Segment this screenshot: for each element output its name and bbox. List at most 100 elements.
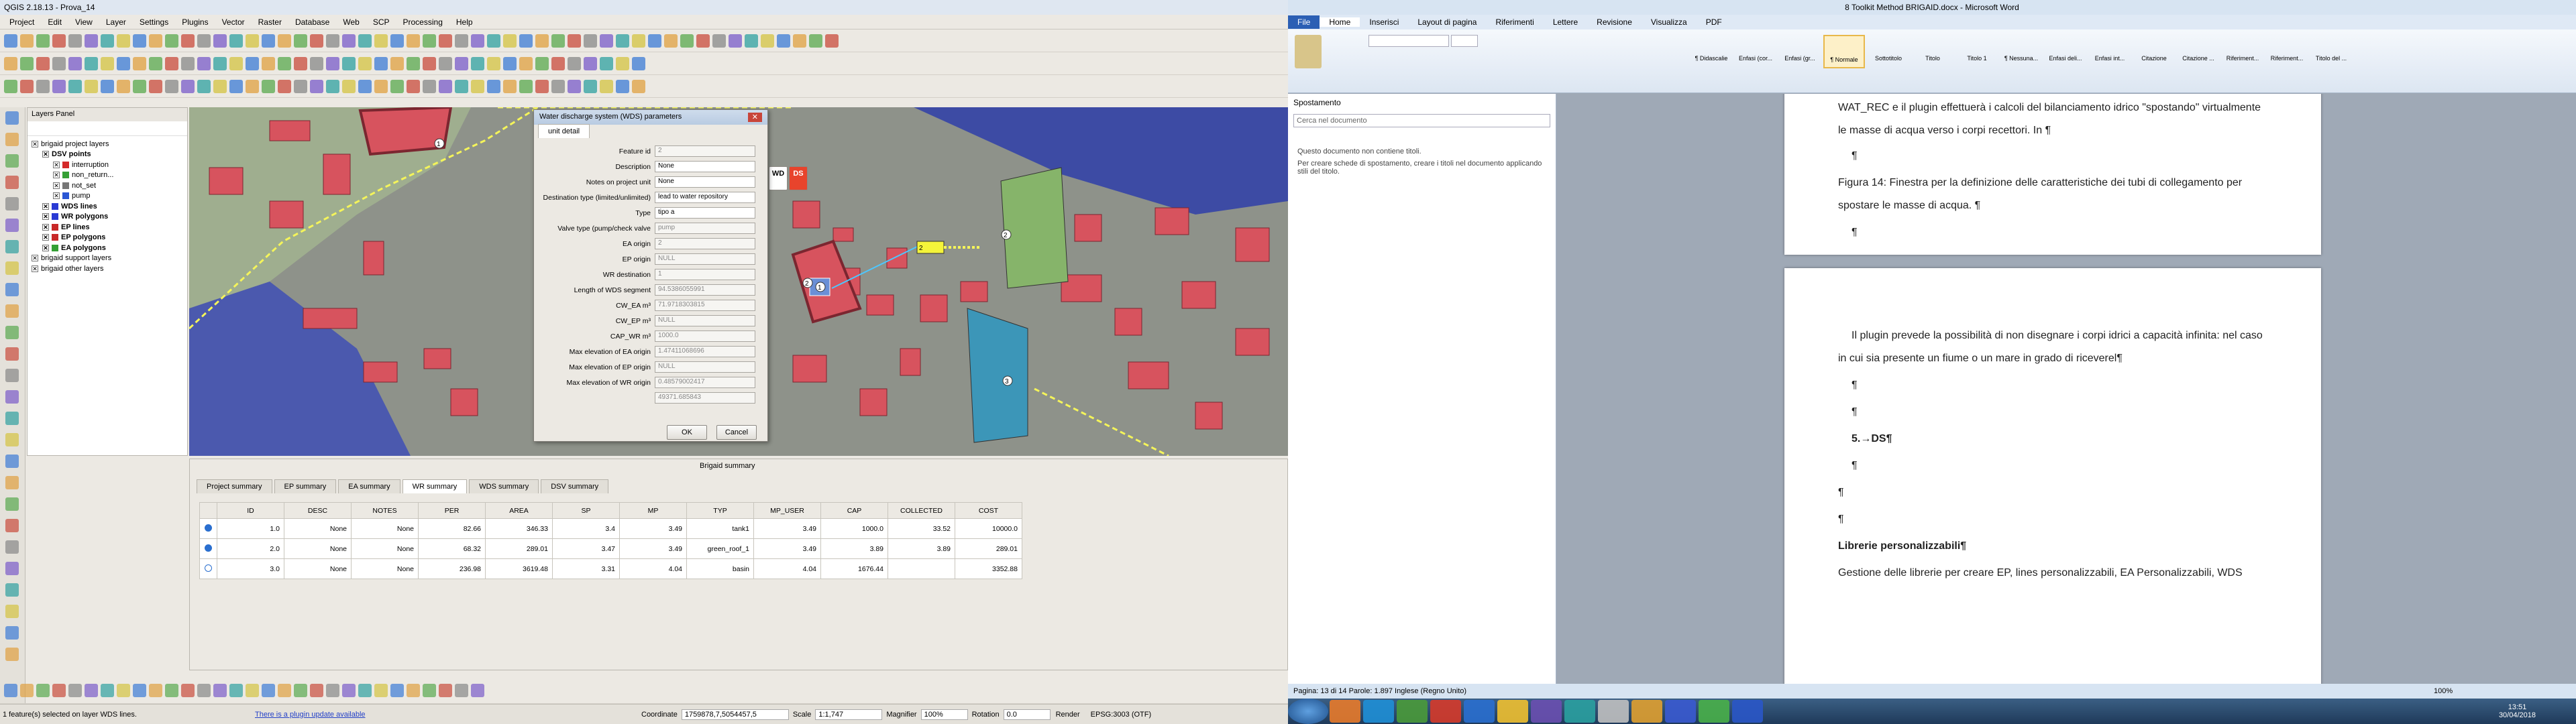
toolbar-tool-icon[interactable] xyxy=(342,34,356,48)
toolbar-tool-icon[interactable] xyxy=(503,34,517,48)
menu-item-layer[interactable]: Layer xyxy=(99,17,133,27)
toolbar-tool-icon[interactable] xyxy=(632,56,645,70)
field-input[interactable]: 1000.0 xyxy=(655,330,755,342)
toolbar-tool-icon[interactable] xyxy=(358,79,372,93)
sidebar-tool-icon[interactable] xyxy=(5,111,19,125)
toolbar-tool-icon[interactable] xyxy=(439,34,452,48)
toolbar-tool-icon[interactable] xyxy=(117,34,130,48)
toolbar-tool-icon[interactable] xyxy=(213,56,227,70)
toolbar-tool-icon[interactable] xyxy=(600,56,613,70)
menu-item-edit[interactable]: Edit xyxy=(41,17,68,27)
document-paragraph[interactable]: ¶ xyxy=(1838,514,1844,526)
toolbar-tool-icon[interactable] xyxy=(101,56,114,70)
tab-unit-detail[interactable]: unit detail xyxy=(538,124,590,138)
toolbar-tool-icon[interactable] xyxy=(519,56,533,70)
toolbar-tool-icon[interactable] xyxy=(4,79,17,93)
sidebar-tool-icon[interactable] xyxy=(5,497,19,511)
toolbar-tool-icon[interactable] xyxy=(407,683,420,697)
font-size-combo[interactable] xyxy=(1451,35,1479,47)
style-gallery-item[interactable]: Sottotitolo xyxy=(1868,35,1909,68)
sidebar-tool-icon[interactable] xyxy=(5,133,19,146)
table-column-header[interactable]: CAP xyxy=(820,502,888,519)
menu-item-project[interactable]: Project xyxy=(3,17,41,27)
table-column-header[interactable]: ID xyxy=(217,502,284,519)
sidebar-tool-icon[interactable] xyxy=(5,240,19,253)
sidebar-tool-icon[interactable] xyxy=(5,605,19,618)
toolbar-tool-icon[interactable] xyxy=(4,683,17,697)
document-paragraph[interactable]: ¶ xyxy=(1851,406,1858,418)
toolbar-tool-icon[interactable] xyxy=(471,79,484,93)
toolbar-tool-icon[interactable] xyxy=(246,79,259,93)
toolbar-tool-icon[interactable] xyxy=(761,34,774,48)
toolbar-tool-icon[interactable] xyxy=(278,79,291,93)
table-column-header[interactable]: NOTES xyxy=(351,502,419,519)
document-paragraph[interactable]: Gestione delle librerie per creare EP, l… xyxy=(1838,567,2243,579)
toolbar-tool-icon[interactable] xyxy=(85,34,98,48)
taskbar-app-icon[interactable] xyxy=(1699,700,1729,723)
tab-dsv-summary[interactable]: DSV summary xyxy=(541,479,609,493)
sidebar-tool-icon[interactable] xyxy=(5,412,19,425)
toolbar-tool-icon[interactable] xyxy=(149,34,162,48)
toolbar-tool-icon[interactable] xyxy=(262,683,275,697)
toolbar-tool-icon[interactable] xyxy=(165,34,178,48)
style-gallery-item[interactable]: Enfasi int... xyxy=(2089,35,2131,68)
row-select-radio[interactable] xyxy=(199,518,217,539)
toolbar-tool-icon[interactable] xyxy=(181,683,195,697)
toolbar-tool-icon[interactable] xyxy=(664,34,678,48)
toolbar-tool-icon[interactable] xyxy=(101,683,114,697)
style-gallery-item[interactable]: Citazione xyxy=(2133,35,2175,68)
layer-visibility-checkbox[interactable]: ✕ xyxy=(42,223,49,231)
tab-ep-summary[interactable]: EP summary xyxy=(274,479,337,493)
table-column-header[interactable]: COST xyxy=(955,502,1022,519)
document-paragraph[interactable]: Il plugin prevede la possibilità di non … xyxy=(1851,330,2263,342)
menu-item-database[interactable]: Database xyxy=(288,17,336,27)
field-input[interactable]: 0.48579002417 xyxy=(655,377,755,388)
toolbar-tool-icon[interactable] xyxy=(648,34,661,48)
document-paragraph[interactable]: ¶ xyxy=(1851,227,1858,239)
toolbar-tool-icon[interactable] xyxy=(423,34,436,48)
field-input[interactable]: pump xyxy=(655,223,755,234)
toolbar-tool-icon[interactable] xyxy=(68,56,82,70)
layer-item[interactable]: ✕ non_return... xyxy=(28,170,187,181)
menu-item-processing[interactable]: Processing xyxy=(396,17,449,27)
toolbar-tool-icon[interactable] xyxy=(52,34,66,48)
toolbar-tool-icon[interactable] xyxy=(487,79,500,93)
sidebar-tool-icon[interactable] xyxy=(5,476,19,489)
sidebar-tool-icon[interactable] xyxy=(5,433,19,446)
layer-visibility-checkbox[interactable]: ✕ xyxy=(42,151,49,158)
toolbar-tool-icon[interactable] xyxy=(471,34,484,48)
toolbar-tool-icon[interactable] xyxy=(407,34,420,48)
toolbar-tool-icon[interactable] xyxy=(229,34,243,48)
layer-visibility-checkbox[interactable]: ✕ xyxy=(32,255,38,262)
toolbar-tool-icon[interactable] xyxy=(101,79,114,93)
toolbar-tool-icon[interactable] xyxy=(503,56,517,70)
layer-item[interactable]: ✕ pump xyxy=(28,191,187,202)
nav-search-input[interactable]: Cerca nel documento xyxy=(1293,114,1550,127)
toolbar-tool-icon[interactable] xyxy=(133,56,146,70)
menu-item-vector[interactable]: Vector xyxy=(215,17,252,27)
sidebar-tool-icon[interactable] xyxy=(5,283,19,296)
document-area[interactable]: WAT_REC e il plugin effettuerà i calcoli… xyxy=(1556,94,2576,684)
layer-item[interactable]: ✕ brigaid project layers xyxy=(28,139,187,149)
cancel-button[interactable]: Cancel xyxy=(716,425,757,440)
table-column-header[interactable]: AREA xyxy=(485,502,553,519)
toolbar-tool-icon[interactable] xyxy=(20,683,34,697)
menu-item-web[interactable]: Web xyxy=(336,17,366,27)
toolbar-tool-icon[interactable] xyxy=(584,79,597,93)
toolbar-tool-icon[interactable] xyxy=(52,79,66,93)
row-select-radio[interactable] xyxy=(199,538,217,559)
taskbar-app-icon[interactable] xyxy=(1631,700,1662,723)
layer-item[interactable]: ✕ EP lines xyxy=(28,222,187,233)
toolbar-tool-icon[interactable] xyxy=(310,34,323,48)
toolbar-tool-icon[interactable] xyxy=(423,79,436,93)
coordinate-field[interactable]: 1759878,7,5054457,5 xyxy=(681,709,789,720)
toolbar-tool-icon[interactable] xyxy=(133,34,146,48)
toolbar-tool-icon[interactable] xyxy=(535,34,549,48)
taskbar-app-icon[interactable] xyxy=(1531,700,1562,723)
taskbar-app-icon[interactable] xyxy=(1665,700,1696,723)
toolbar-tool-icon[interactable] xyxy=(616,34,629,48)
toolbar-tool-icon[interactable] xyxy=(149,683,162,697)
toolbar-tool-icon[interactable] xyxy=(712,34,726,48)
toolbar-tool-icon[interactable] xyxy=(117,683,130,697)
field-input[interactable]: 2 xyxy=(655,145,755,157)
